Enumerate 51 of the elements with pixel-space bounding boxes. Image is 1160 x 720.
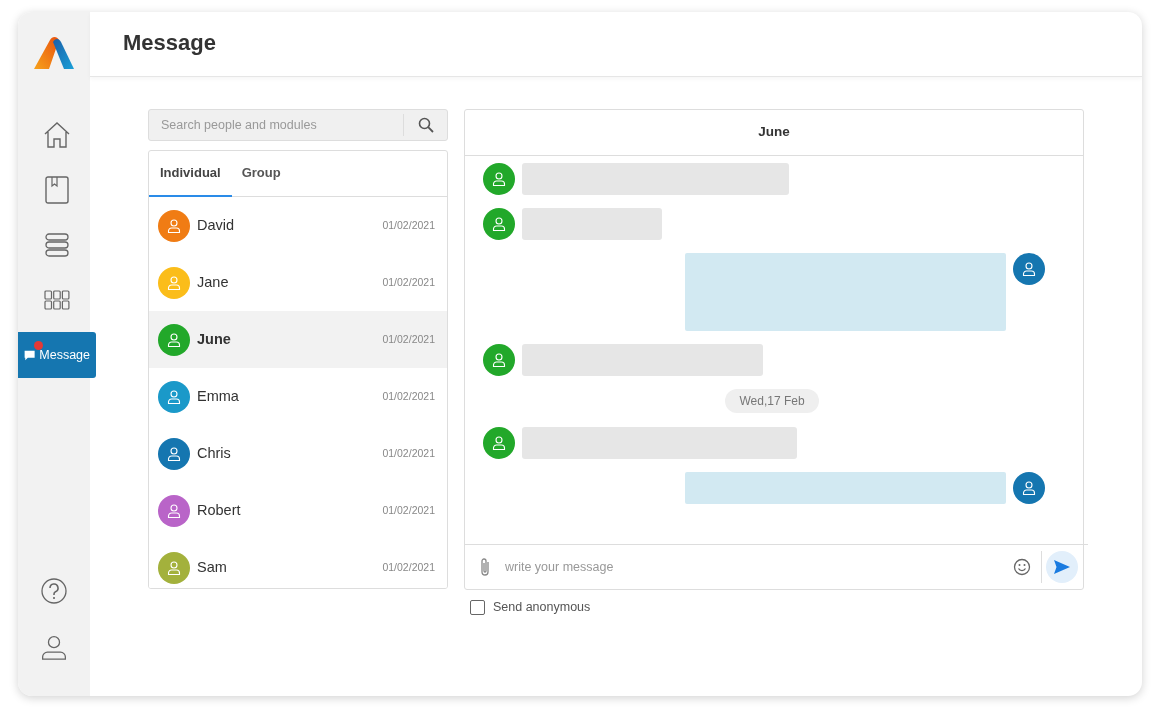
emoji-button[interactable]	[1013, 558, 1031, 576]
profile-icon	[41, 634, 67, 660]
person-icon	[166, 388, 182, 405]
contact-name: Robert	[197, 500, 242, 520]
date-separator: Wed,17 Feb	[725, 389, 819, 413]
send-button[interactable]	[1046, 551, 1078, 583]
person-icon	[166, 274, 182, 291]
list-icon	[45, 233, 69, 257]
contact-date: 01/02/2021	[382, 445, 435, 461]
nav-item[interactable]: Message	[18, 332, 96, 378]
person-icon	[491, 352, 507, 368]
contact-date: 01/02/2021	[382, 331, 435, 347]
search-input[interactable]: Search people and modules	[149, 114, 403, 136]
person-icon	[166, 559, 182, 576]
book-icon	[45, 176, 69, 204]
person-icon	[166, 217, 182, 234]
app-logo	[33, 36, 75, 70]
paperclip-icon	[479, 557, 491, 577]
contact-name: David	[197, 215, 236, 235]
contact-name: Chris	[197, 443, 232, 463]
chat-title: June	[465, 110, 1083, 156]
grid-icon	[44, 290, 70, 310]
contact-date: 01/02/2021	[382, 388, 435, 404]
person-icon	[166, 331, 182, 348]
contact-name: Emma	[197, 386, 240, 406]
person-icon	[1021, 480, 1037, 496]
contact-name: Jane	[197, 272, 230, 292]
smiley-icon	[1013, 558, 1031, 576]
contact-item[interactable]: June 01/02/2021	[149, 311, 447, 368]
contact-name: June	[197, 329, 232, 349]
person-icon	[491, 216, 507, 232]
send-icon	[1053, 559, 1071, 575]
search-icon	[417, 117, 434, 133]
contact-date: 01/02/2021	[382, 274, 435, 290]
attach-button[interactable]	[479, 557, 491, 577]
search-field[interactable]: Search people and modules	[148, 109, 448, 141]
checkbox-label: Send anonymous	[493, 599, 591, 616]
help-icon	[41, 578, 67, 604]
contact-date: 01/02/2021	[382, 502, 435, 518]
anonymous-checkbox[interactable]	[470, 599, 485, 615]
contact-date: 01/02/2021	[382, 559, 435, 575]
contact-date: 01/02/2021	[382, 217, 435, 233]
person-icon	[166, 445, 182, 462]
person-icon	[166, 502, 182, 519]
person-icon	[491, 171, 507, 187]
contact-name: Sam	[197, 557, 228, 577]
tab[interactable]: Group	[231, 151, 292, 197]
person-icon	[491, 435, 507, 451]
home-icon	[43, 122, 71, 148]
person-icon	[1021, 261, 1037, 277]
page-title: Message	[90, 12, 1142, 77]
